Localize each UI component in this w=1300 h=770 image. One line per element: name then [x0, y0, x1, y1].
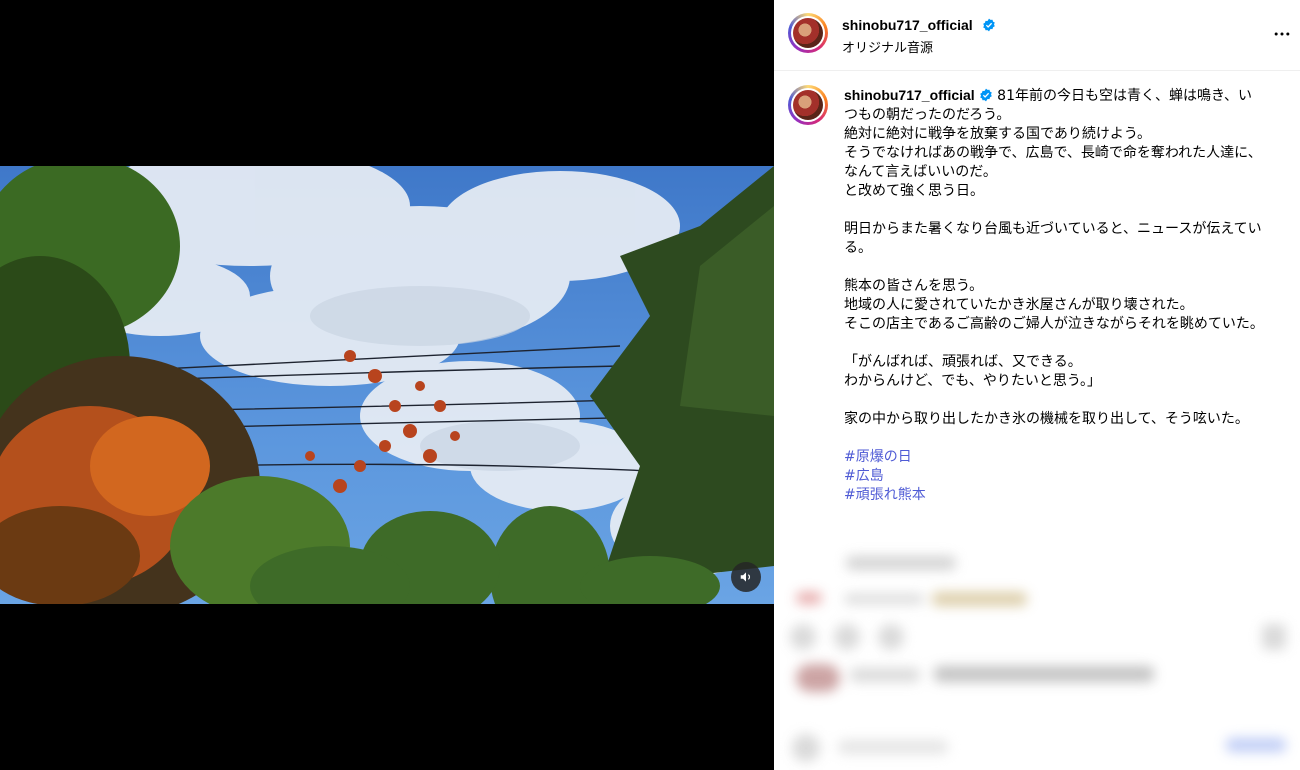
hashtag-link[interactable]: #頑張れ熊本 [844, 486, 1264, 505]
blurred-comments-area [774, 548, 1300, 770]
sky-trees-video-frame [0, 166, 774, 604]
caption-blank-line [844, 201, 1264, 220]
caption-blank-line [844, 429, 1264, 448]
hashtag-link[interactable]: #原爆の日 [844, 448, 1264, 467]
caption-text-line: 地域の人に愛されていたかき氷屋さんが取り壊された。 [844, 297, 1194, 313]
caption-text-line: 「がんばれば、頑張れば、又できる。 [844, 354, 1082, 370]
post-comment-button[interactable] [1226, 738, 1286, 752]
caption-text-line: 絶対に絶対に戦争を放棄する国であり続けよう。 [844, 126, 1152, 142]
emoji-icon[interactable] [792, 734, 820, 762]
caption-text-line: そうでなければあの戦争で、広島で、長崎で命を奪われた人達に、なんて言えばいいのだ… [844, 145, 1262, 180]
post-viewer: shinobu717_official オリジナル音源 shinobu717_o… [0, 0, 1300, 770]
caption-text-line: そこの店主であるご高齢のご婦人が泣きながらそれを眺めていた。 [844, 316, 1264, 332]
more-options-button[interactable] [1272, 24, 1292, 48]
caption-text-line: 熊本の皆さんを思う。 [844, 278, 984, 294]
caption-author-avatar[interactable] [788, 85, 828, 125]
sound-toggle-button[interactable] [731, 562, 761, 592]
comment-icon[interactable] [834, 624, 860, 650]
audio-label[interactable]: オリジナル音源 [842, 37, 933, 56]
caption-blank-line [844, 334, 1264, 353]
caption-text-line: 明日からまた暑くなり台風も近づいていると、ニュースが伝えている。 [844, 221, 1262, 256]
author-avatar[interactable] [788, 13, 828, 53]
caption-blank-line [844, 391, 1264, 410]
comment-input[interactable] [838, 740, 948, 754]
post-video[interactable] [0, 166, 774, 604]
more-options-icon [1274, 32, 1290, 36]
speaker-icon [740, 572, 751, 582]
caption-text-line: と改めて強く思う日。 [844, 183, 984, 199]
post-caption: shinobu717_official 81年前の今日も空は青く、蝉は鳴き、いつ… [844, 86, 1264, 505]
author-username[interactable]: shinobu717_official [842, 17, 973, 33]
media-pane [0, 0, 774, 770]
caption-first-line: shinobu717_official 81年前の今日も空は青く、蝉は鳴き、いつ… [844, 86, 1264, 125]
like-icon[interactable] [790, 624, 816, 650]
share-icon[interactable] [878, 624, 904, 650]
post-header: shinobu717_official オリジナル音源 [774, 0, 1300, 71]
bookmark-icon[interactable] [1262, 624, 1286, 650]
author-name-row: shinobu717_official [842, 15, 996, 34]
verified-badge-icon [983, 18, 995, 32]
verified-badge-icon [979, 88, 992, 102]
caption-text-line: わからんけど、でも、やりたいと思う。」 [844, 373, 1102, 389]
hashtag-link[interactable]: #広島 [844, 467, 1264, 486]
caption-username[interactable]: shinobu717_official [844, 87, 975, 103]
caption-blank-line [844, 258, 1264, 277]
caption-text-line: 家の中から取り出したかき氷の機械を取り出して、そう呟いた。 [844, 411, 1249, 427]
post-info-panel: shinobu717_official オリジナル音源 shinobu717_o… [774, 0, 1300, 770]
